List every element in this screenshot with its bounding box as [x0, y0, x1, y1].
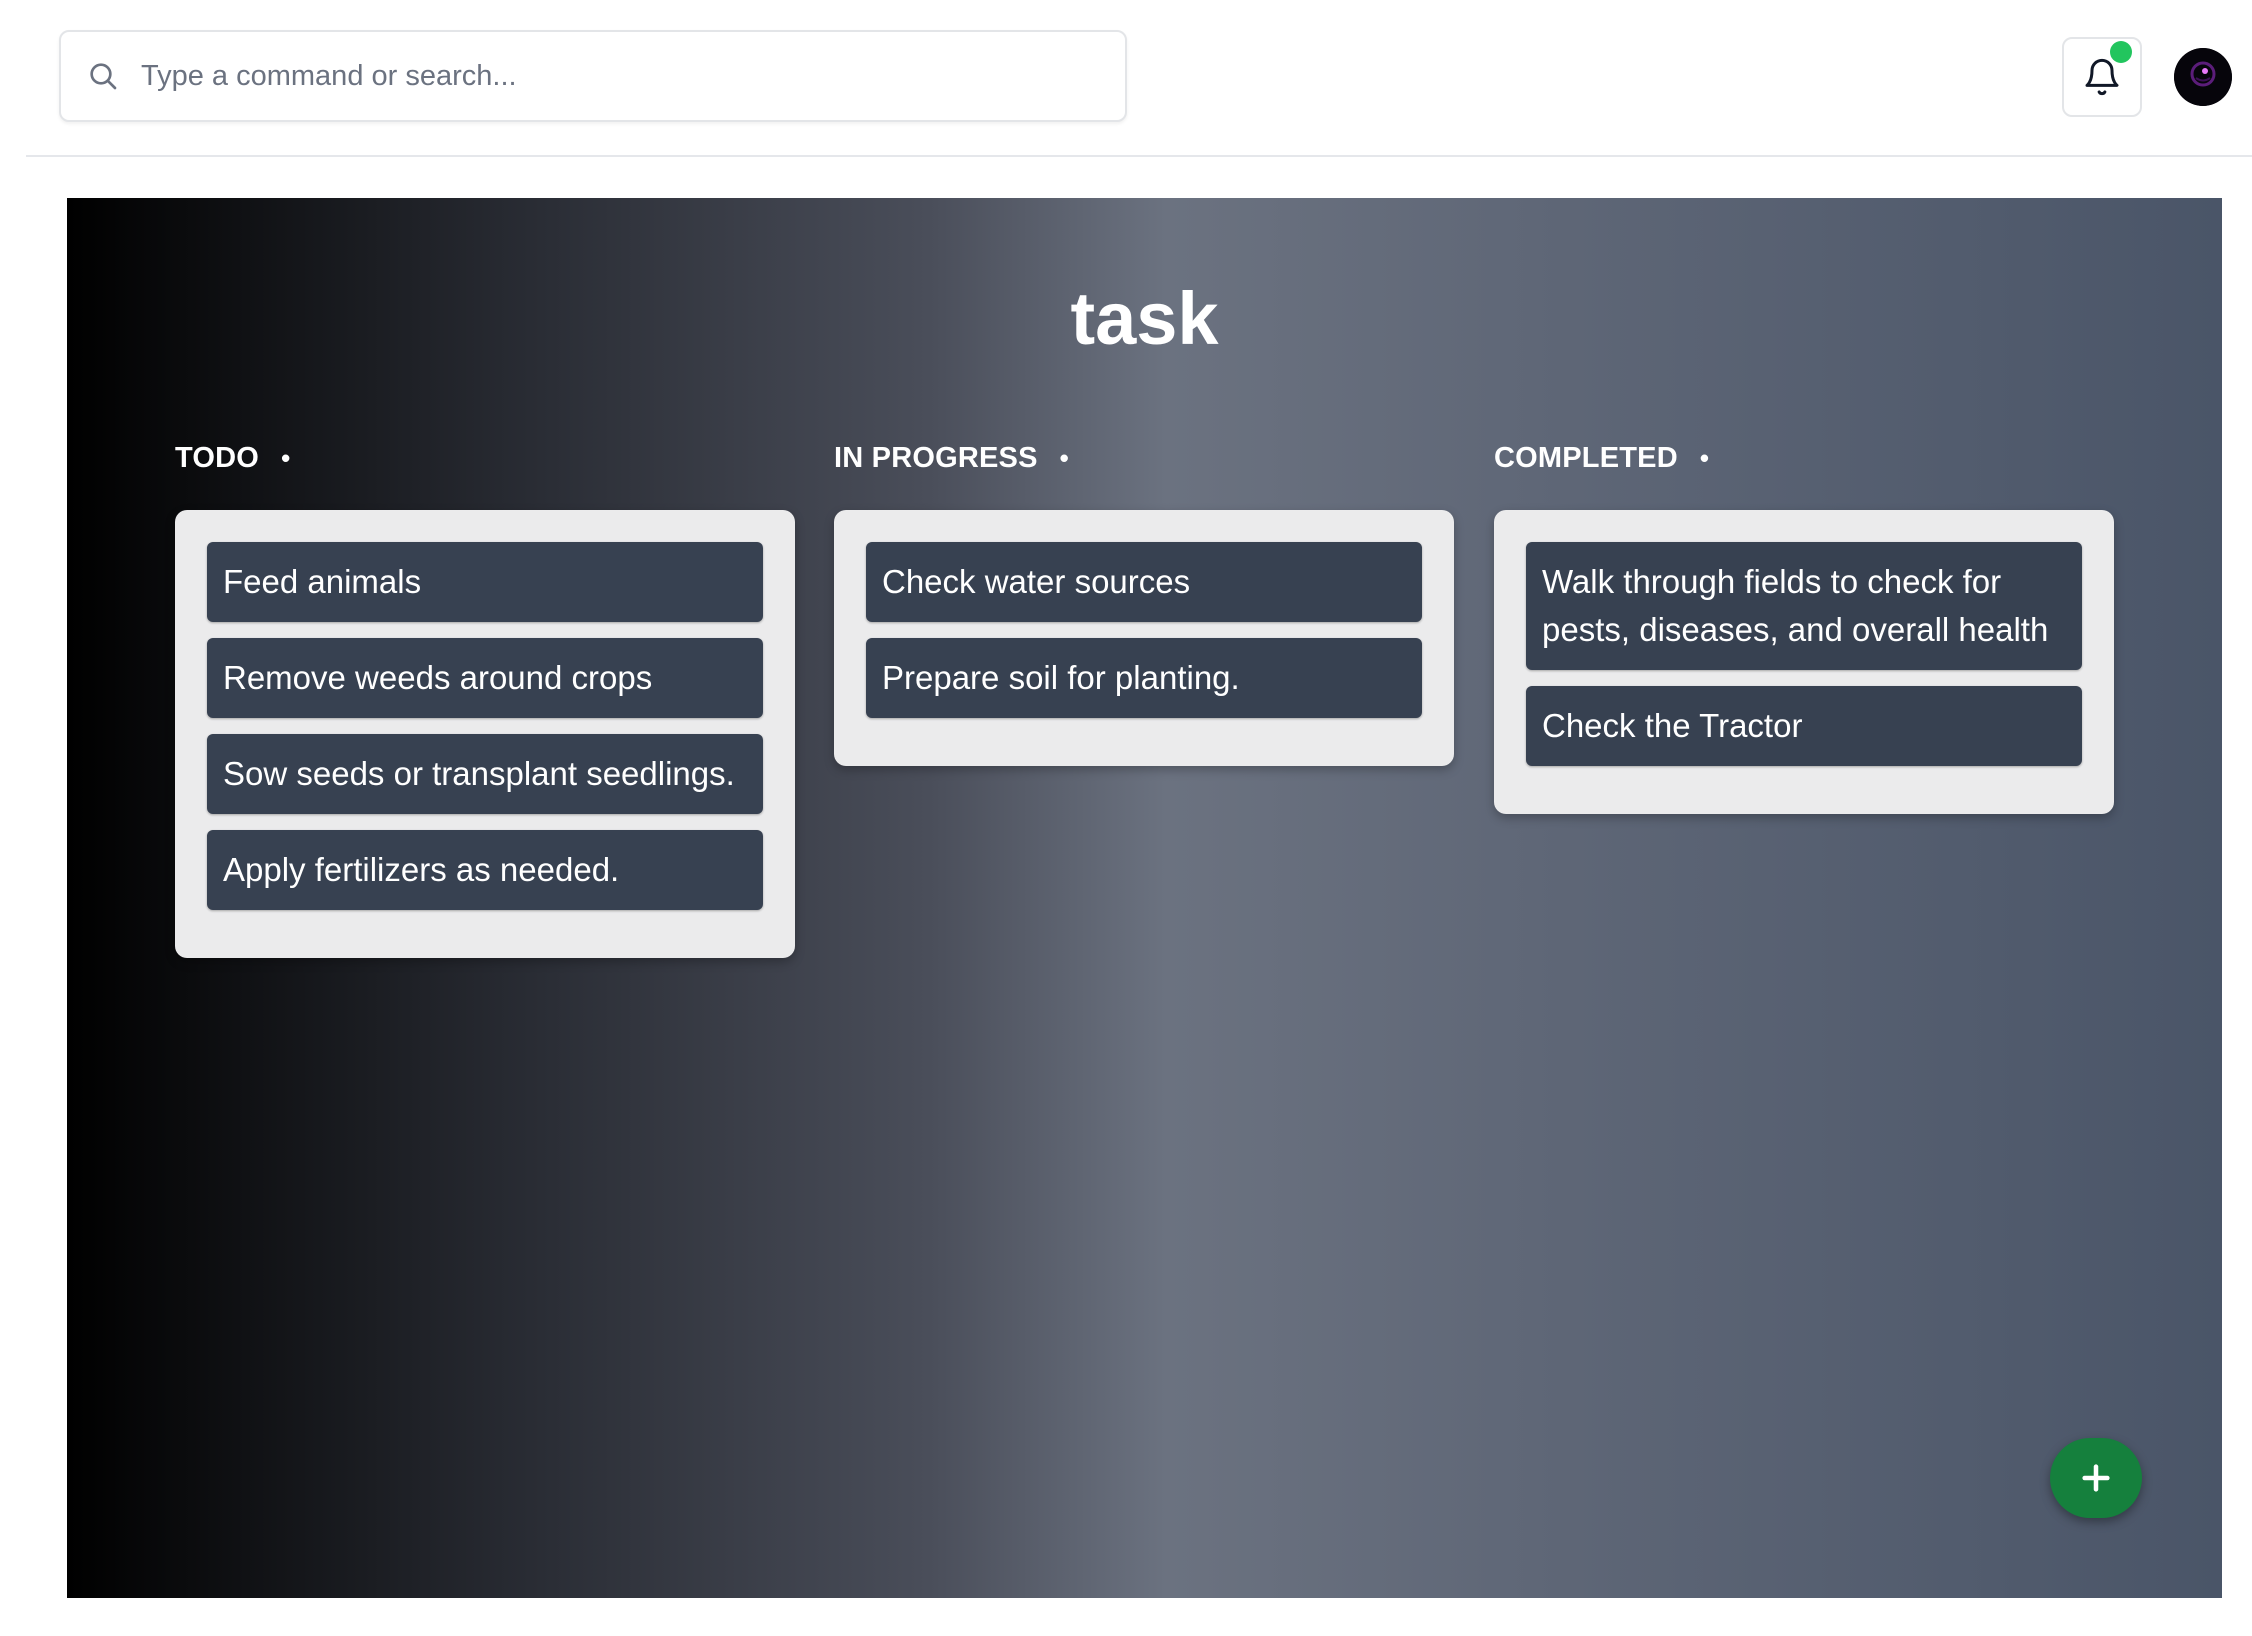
- column-in-progress: IN PROGRESS • Check water sources Prepar…: [834, 438, 1454, 766]
- task-card[interactable]: Check the Tractor: [1526, 686, 2082, 766]
- task-card[interactable]: Check water sources: [866, 542, 1422, 622]
- search-icon: [87, 59, 121, 93]
- plus-icon: [2082, 1464, 2110, 1492]
- notification-dot: [2110, 41, 2132, 63]
- column-panel: Feed animals Remove weeds around crops S…: [175, 510, 795, 958]
- column-panel: Walk through fields to check for pests, …: [1494, 510, 2114, 814]
- task-card[interactable]: Feed animals: [207, 542, 763, 622]
- task-card[interactable]: Apply fertilizers as needed.: [207, 830, 763, 910]
- column-header: TODO •: [175, 438, 795, 478]
- task-card[interactable]: Sow seeds or transplant seedlings.: [207, 734, 763, 814]
- user-avatar[interactable]: [2174, 48, 2232, 106]
- board-title: task: [1070, 277, 1219, 360]
- column-header: COMPLETED •: [1494, 438, 2114, 478]
- task-card[interactable]: Prepare soil for planting.: [866, 638, 1422, 718]
- command-search[interactable]: [59, 30, 1127, 122]
- column-completed: COMPLETED • Walk through fields to check…: [1494, 438, 2114, 814]
- column-todo: TODO • Feed animals Remove weeds around …: [175, 438, 795, 958]
- column-panel: Check water sources Prepare soil for pla…: [834, 510, 1454, 766]
- column-title: TODO: [175, 441, 260, 474]
- column-title: IN PROGRESS: [834, 441, 1038, 474]
- column-bullet: •: [1699, 442, 1710, 473]
- avatar-image: [2174, 48, 2232, 106]
- kanban-board: task TODO • Feed animals Remove weeds ar…: [67, 198, 2222, 1598]
- task-card[interactable]: Remove weeds around crops: [207, 638, 763, 718]
- column-bullet: •: [1059, 442, 1069, 473]
- column-bullet: •: [281, 442, 291, 473]
- top-bar: [26, 0, 2252, 157]
- column-header: IN PROGRESS •: [834, 438, 1454, 478]
- add-task-button[interactable]: [2050, 1438, 2142, 1518]
- notifications-button[interactable]: [2062, 37, 2142, 117]
- search-input[interactable]: [141, 59, 1101, 93]
- task-card[interactable]: Walk through fields to check for pests, …: [1526, 542, 2082, 670]
- column-title: COMPLETED: [1494, 441, 1678, 474]
- bell-icon: [2085, 58, 2119, 96]
